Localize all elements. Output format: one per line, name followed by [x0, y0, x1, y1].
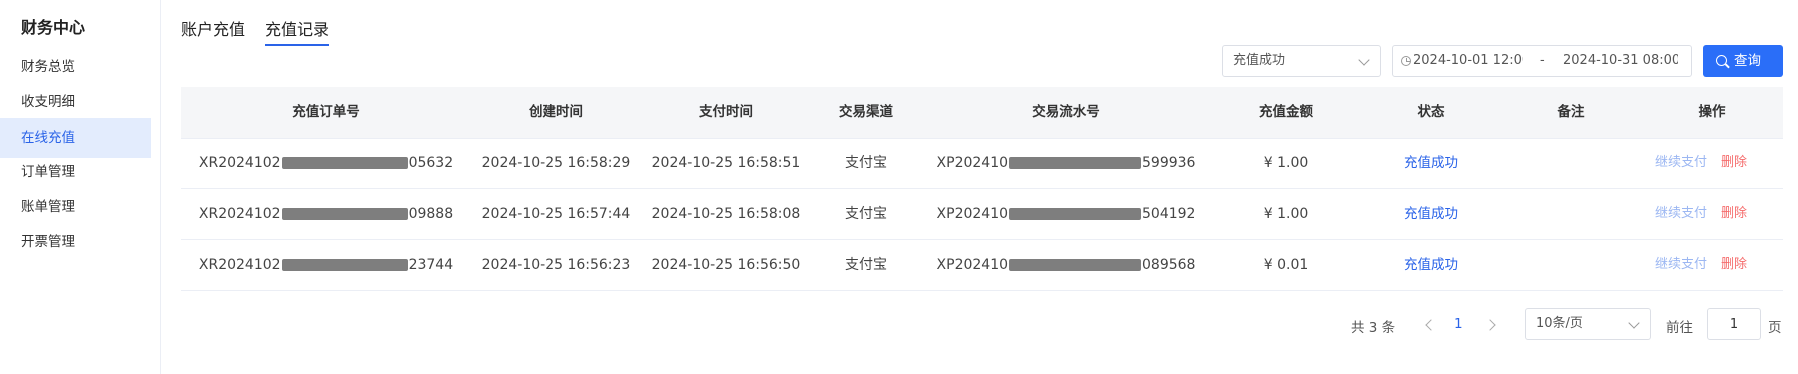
txn-no-prefix: XP202410 — [936, 206, 1009, 222]
goto-page-input[interactable] — [1707, 308, 1761, 340]
actions-cell: 继续支付 删除 — [1655, 138, 1747, 188]
col-order-no: 充值订单号 — [292, 104, 360, 120]
status-cell: 充值成功 — [1404, 257, 1458, 273]
chevron-right-icon[interactable] — [1484, 319, 1496, 331]
col-actions: 操作 — [1698, 104, 1726, 120]
redaction-mask — [1009, 208, 1142, 220]
sidebar-item-finance-overview[interactable]: 财务总览 — [0, 47, 151, 87]
continue-pay-link[interactable]: 继续支付 — [1655, 257, 1707, 272]
paid-time-cell: 2024-10-25 16:56:50 — [651, 257, 801, 273]
txn-no-suffix: 504192 — [1142, 206, 1196, 222]
table-row: XR2024102 05632 2024-10-25 16:58:29 2024-… — [181, 138, 1783, 189]
remark-cell — [1501, 138, 1641, 188]
status-cell: 充值成功 — [1404, 206, 1458, 222]
txn-no-prefix: XP202410 — [936, 257, 1009, 273]
redaction-mask — [281, 157, 408, 169]
redaction-mask — [281, 259, 408, 271]
status-select-value: 充值成功 — [1233, 53, 1286, 68]
txn-no-prefix: XP202410 — [936, 155, 1009, 171]
query-button[interactable]: 查询 — [1703, 45, 1783, 77]
goto-label: 前往 — [1666, 320, 1693, 336]
col-status: 状态 — [1417, 104, 1445, 120]
order-no-prefix: XR2024102 — [198, 206, 281, 222]
channel-cell: 支付宝 — [845, 155, 887, 171]
col-txn-no: 交易流水号 — [1032, 104, 1100, 120]
chevron-down-icon — [1358, 54, 1370, 66]
date-start[interactable]: 2024-10-01 12:00 — [1413, 46, 1523, 76]
clock-icon — [1401, 56, 1411, 66]
paid-time-cell: 2024-10-25 16:58:08 — [651, 206, 801, 222]
amount-cell: ¥ 1.00 — [1263, 206, 1309, 222]
delete-link[interactable]: 删除 — [1721, 155, 1747, 170]
created-time-cell: 2024-10-25 16:58:29 — [481, 155, 631, 171]
order-no-prefix: XR2024102 — [198, 257, 281, 273]
actions-cell: 继续支付 删除 — [1655, 189, 1747, 239]
txn-no-cell: XP202410 089568 — [921, 240, 1211, 290]
chevron-left-icon[interactable] — [1425, 319, 1437, 331]
paid-time-cell: 2024-10-25 16:58:51 — [651, 155, 801, 171]
chevron-down-icon — [1628, 317, 1640, 329]
sidebar-item-income-expense[interactable]: 收支明细 — [0, 82, 151, 122]
sidebar-item-order-management[interactable]: 订单管理 — [0, 152, 151, 192]
txn-no-cell: XP202410 599936 — [921, 138, 1211, 188]
delete-link[interactable]: 删除 — [1721, 206, 1747, 221]
tab-recharge-records[interactable]: 充值记录 — [265, 16, 330, 46]
sidebar: 财务中心 财务总览 收支明细 在线充值 订单管理 账单管理 开票管理 — [0, 0, 161, 374]
table-header: 充值订单号 创建时间 支付时间 交易渠道 交易流水号 充值金额 状态 备注 操作 — [181, 87, 1783, 139]
tab-account-recharge[interactable]: 账户充值 — [181, 16, 245, 44]
date-separator: - — [1540, 53, 1545, 68]
page-number-current[interactable]: 1 — [1454, 316, 1463, 332]
remark-cell — [1501, 189, 1641, 239]
txn-no-cell: XP202410 504192 — [921, 189, 1211, 239]
txn-no-suffix: 599936 — [1142, 155, 1196, 171]
sidebar-item-bill-management[interactable]: 账单管理 — [0, 187, 151, 227]
redaction-mask — [1009, 259, 1142, 271]
txn-no-suffix: 089568 — [1142, 257, 1196, 273]
status-cell: 充值成功 — [1404, 155, 1458, 171]
redaction-mask — [1009, 157, 1142, 169]
continue-pay-link[interactable]: 继续支付 — [1655, 206, 1707, 221]
col-remark: 备注 — [1557, 104, 1585, 120]
order-no-cell: XR2024102 09888 — [181, 189, 471, 239]
amount-cell: ¥ 1.00 — [1263, 155, 1309, 171]
sidebar-item-invoice-management[interactable]: 开票管理 — [0, 222, 151, 262]
amount-cell: ¥ 0.01 — [1263, 257, 1309, 273]
page-size-select[interactable]: 10条/页 — [1525, 308, 1651, 340]
actions-cell: 继续支付 删除 — [1655, 240, 1747, 290]
page-size-value: 10条/页 — [1536, 316, 1583, 331]
page-suffix-label: 页 — [1768, 320, 1782, 336]
order-no-cell: XR2024102 23744 — [181, 240, 471, 290]
delete-link[interactable]: 删除 — [1721, 257, 1747, 272]
order-no-suffix: 23744 — [408, 257, 454, 273]
continue-pay-link[interactable]: 继续支付 — [1655, 155, 1707, 170]
channel-cell: 支付宝 — [845, 206, 887, 222]
table-row: XR2024102 23744 2024-10-25 16:56:23 2024-… — [181, 240, 1783, 291]
order-no-suffix: 09888 — [408, 206, 454, 222]
order-no-prefix: XR2024102 — [198, 155, 281, 171]
order-no-suffix: 05632 — [408, 155, 454, 171]
remark-cell — [1501, 240, 1641, 290]
pagination-total: 共 3 条 — [1351, 320, 1396, 336]
created-time-cell: 2024-10-25 16:57:44 — [481, 206, 631, 222]
table-row: XR2024102 09888 2024-10-25 16:57:44 2024-… — [181, 189, 1783, 240]
col-channel: 交易渠道 — [839, 104, 893, 120]
date-range-picker[interactable]: 2024-10-01 12:00 - 2024-10-31 08:00 — [1392, 45, 1692, 77]
search-icon — [1716, 55, 1727, 66]
date-end[interactable]: 2024-10-31 08:00 — [1563, 46, 1678, 76]
col-amount: 充值金额 — [1259, 104, 1313, 120]
sidebar-title: 财务中心 — [21, 18, 86, 37]
channel-cell: 支付宝 — [845, 257, 887, 273]
created-time-cell: 2024-10-25 16:56:23 — [481, 257, 631, 273]
redaction-mask — [281, 208, 408, 220]
col-paid-time: 支付时间 — [699, 104, 753, 120]
query-button-label: 查询 — [1734, 53, 1761, 69]
order-no-cell: XR2024102 05632 — [181, 138, 471, 188]
col-created-time: 创建时间 — [529, 104, 583, 120]
status-select[interactable]: 充值成功 — [1222, 45, 1381, 77]
